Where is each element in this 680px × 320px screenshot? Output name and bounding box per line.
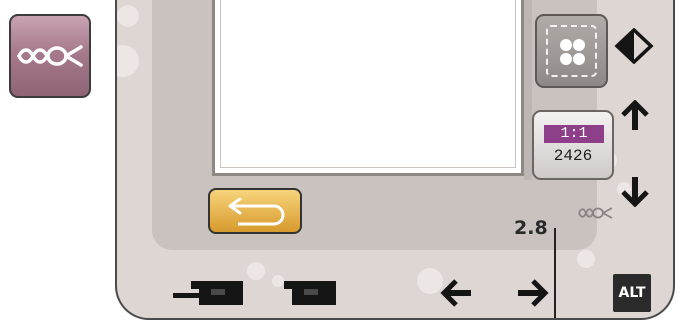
stitch-length-value: 2.8 [514, 217, 548, 239]
diamond-rotate-icon[interactable] [614, 28, 654, 64]
embroidery-preview[interactable] [212, 0, 524, 176]
embroidery-panel: 1:1 2426 2.8 ALT [115, 0, 675, 320]
arrow-up-icon[interactable] [621, 100, 649, 132]
return-arrow-icon [228, 198, 285, 226]
stitch-pattern-button[interactable] [9, 14, 91, 98]
back-button[interactable] [208, 188, 302, 234]
arrow-down-icon[interactable] [621, 175, 649, 207]
scale-value: 2426 [553, 147, 593, 165]
scale-button[interactable]: 1:1 2426 [532, 110, 614, 180]
presser-foot-icon[interactable] [280, 277, 338, 307]
presser-foot-icon[interactable] [171, 277, 245, 307]
arrow-left-icon[interactable] [440, 279, 474, 307]
pointer-line [554, 228, 556, 318]
stitch-pattern-icon [578, 207, 613, 219]
work-area: 1:1 2426 2.8 [152, 0, 614, 250]
embroidery-hoop-icon [560, 39, 585, 65]
arrow-right-icon[interactable] [515, 279, 549, 307]
alt-button[interactable]: ALT [613, 274, 651, 312]
hoop-selection-button[interactable] [535, 14, 608, 88]
scale-ratio: 1:1 [544, 125, 604, 143]
stitch-pattern-icon [17, 45, 83, 67]
